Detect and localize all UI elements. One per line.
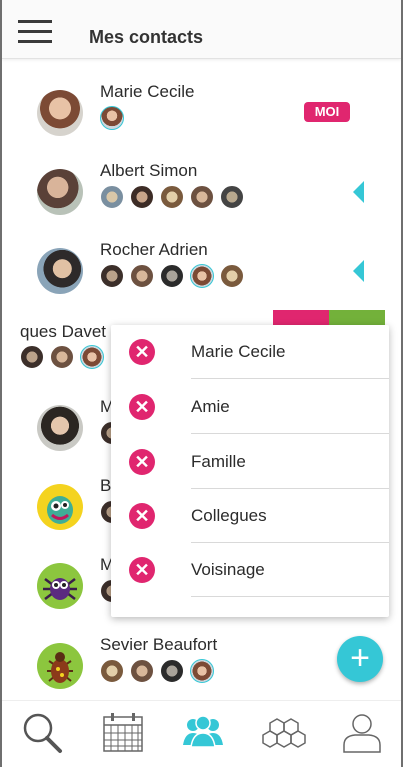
contact-name: Rocher Adrien: [100, 240, 208, 259]
divider: [191, 433, 389, 434]
app-header: Mes contacts: [2, 0, 401, 59]
menu-item-label: Voisinage: [191, 560, 265, 579]
group-filter-menu: ✕ Marie Cecile ✕ Amie ✕ Famille ✕ Colleg…: [111, 325, 389, 617]
group-avatar: [160, 264, 184, 288]
divider: [191, 596, 389, 597]
calendar-icon[interactable]: [100, 709, 148, 757]
avatar: [37, 90, 83, 136]
menu-icon[interactable]: [18, 20, 52, 44]
group-avatar: [160, 185, 184, 209]
group-avatar: [220, 264, 244, 288]
swipe-action-delete[interactable]: [273, 310, 329, 326]
group-avatar: [190, 659, 214, 683]
contacts-icon[interactable]: [179, 709, 227, 757]
remove-icon[interactable]: ✕: [129, 449, 155, 475]
menu-item-label: Marie Cecile: [191, 342, 286, 361]
avatar: [37, 248, 83, 294]
group-avatar: [20, 345, 44, 369]
group-avatar: [190, 264, 214, 288]
group-avatar: [100, 659, 124, 683]
contact-name: ques Davet: [20, 322, 106, 341]
swipe-action-confirm[interactable]: [329, 310, 385, 326]
group-avatar: [130, 185, 154, 209]
remove-icon[interactable]: ✕: [129, 503, 155, 529]
me-badge: MOI: [304, 102, 350, 122]
avatar: [37, 484, 83, 530]
expand-arrow-icon[interactable]: [353, 181, 364, 203]
remove-icon[interactable]: ✕: [129, 339, 155, 365]
group-avatar: [100, 264, 124, 288]
expand-arrow-icon[interactable]: [353, 260, 364, 282]
group-avatar: [100, 106, 124, 130]
contact-name: Sevier Beaufort: [100, 635, 218, 654]
avatar: [37, 405, 83, 451]
menu-item-amie[interactable]: ✕ Amie: [111, 380, 389, 434]
avatar: [37, 169, 83, 215]
menu-item-marie-cecile[interactable]: ✕ Marie Cecile: [111, 325, 389, 379]
menu-item-label: Collegues: [191, 506, 267, 525]
hexagon-icon[interactable]: [260, 709, 308, 757]
group-avatar: [220, 185, 244, 209]
plus-icon: +: [350, 639, 370, 677]
group-avatar: [130, 264, 154, 288]
group-avatar: [130, 659, 154, 683]
menu-item-label: Amie: [191, 397, 230, 416]
remove-icon[interactable]: ✕: [129, 394, 155, 420]
bottom-nav: [2, 700, 401, 767]
contact-name: Albert Simon: [100, 161, 198, 180]
contact-row[interactable]: Albert Simon: [2, 161, 401, 247]
group-avatar: [50, 345, 74, 369]
group-avatar: [100, 185, 124, 209]
divider: [191, 378, 389, 379]
group-avatar: [190, 185, 214, 209]
avatar: [37, 643, 83, 689]
contact-name: Marie Cecile: [100, 82, 195, 101]
profile-icon[interactable]: [338, 709, 386, 757]
menu-item-voisinage[interactable]: ✕ Voisinage: [111, 543, 389, 597]
menu-item-label: Famille: [191, 452, 246, 471]
search-icon[interactable]: [18, 709, 66, 757]
group-avatar: [80, 345, 104, 369]
group-avatar: [160, 659, 184, 683]
app-screen: Mes contacts Marie Cecile MOI Albert Sim…: [2, 0, 401, 767]
menu-item-famille[interactable]: ✕ Famille: [111, 435, 389, 489]
page-title: Mes contacts: [89, 27, 204, 47]
avatar: [37, 563, 83, 609]
add-contact-button[interactable]: +: [337, 636, 383, 682]
remove-icon[interactable]: ✕: [129, 557, 155, 583]
menu-item-collegues[interactable]: ✕ Collegues: [111, 489, 389, 543]
contact-name: B: [100, 476, 112, 495]
